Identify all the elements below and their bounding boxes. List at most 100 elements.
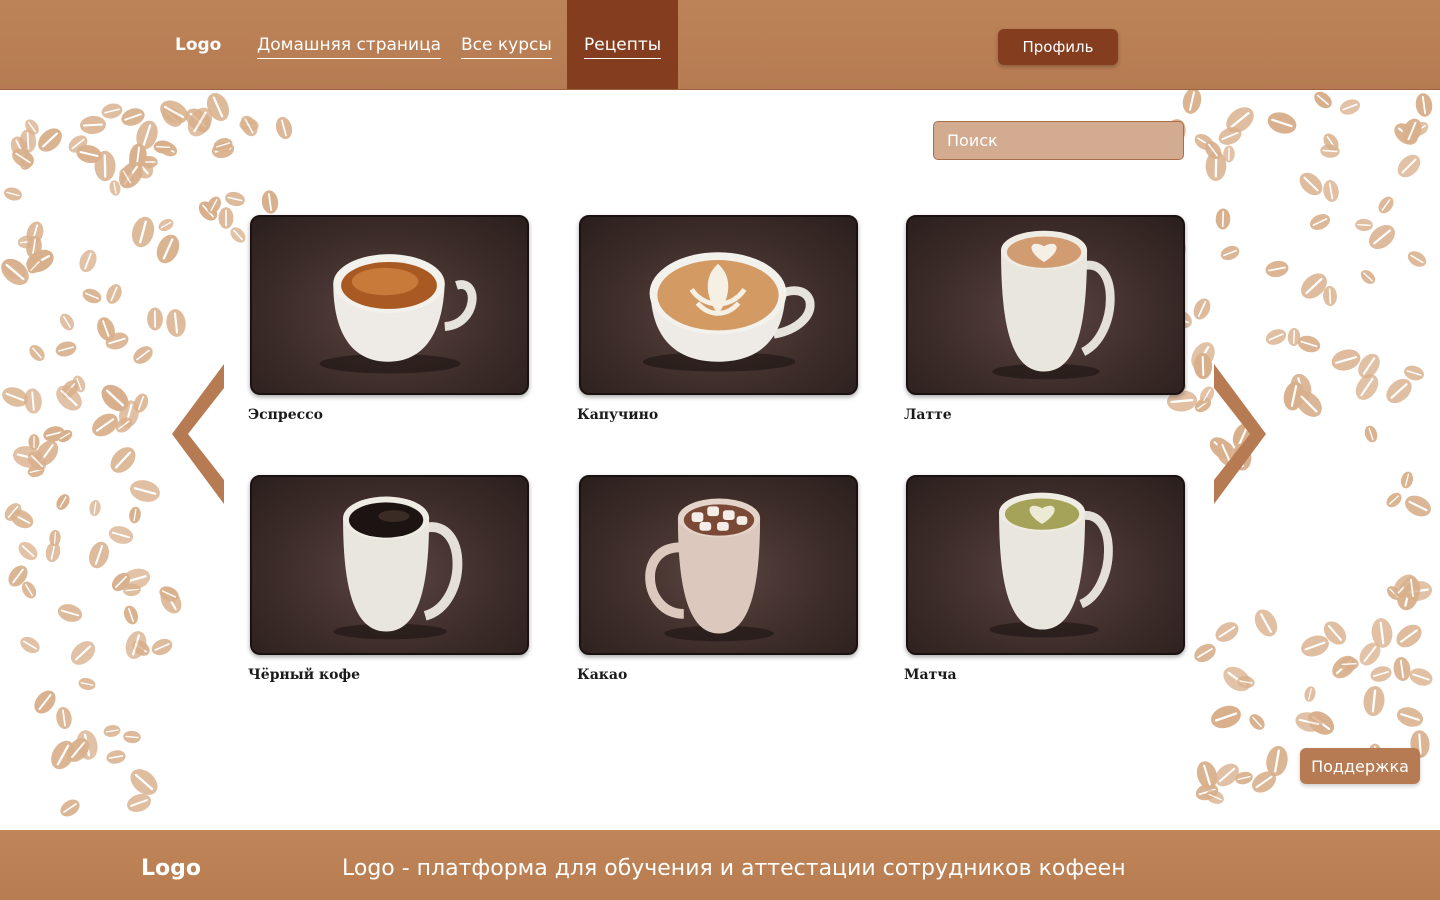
recipe-title: Матча: [904, 667, 957, 683]
coffee-bean-icon: [1215, 208, 1231, 230]
coffee-bean-icon: [1193, 352, 1213, 380]
coffee-bean-icon: [86, 539, 113, 572]
espresso-image[interactable]: [250, 215, 529, 395]
coffee-bean-icon: [127, 476, 163, 505]
search-input[interactable]: [933, 121, 1184, 160]
black-coffee-image[interactable]: [250, 475, 529, 655]
recipe-title: Чёрный кофе: [248, 667, 360, 683]
cocoa-image[interactable]: [579, 475, 858, 655]
coffee-bean-icon: [1190, 295, 1214, 322]
recipe-card-matcha[interactable]: Матча: [904, 475, 1185, 683]
coffee-bean-icon: [129, 342, 156, 368]
nav-link-courses[interactable]: Все курсы: [461, 35, 552, 59]
header-logo[interactable]: Logo: [175, 35, 221, 55]
coffee-bean-icon: [1311, 90, 1336, 112]
nav-link-home[interactable]: Домашняя страница: [257, 35, 442, 59]
recipe-card-black-coffee[interactable]: Чёрный кофе: [248, 475, 529, 683]
coffee-bean-icon: [1357, 267, 1378, 288]
coffee-bean-icon: [105, 442, 141, 478]
coffee-bean-icon: [57, 796, 83, 821]
chevron-left-icon[interactable]: [172, 364, 226, 504]
recipe-card-espresso[interactable]: Эспрессо: [248, 215, 529, 423]
coffee-bean-icon: [1391, 655, 1412, 683]
footer-logo[interactable]: Logo: [141, 856, 201, 881]
coffee-bean-icon: [128, 213, 157, 250]
coffee-bean-icon: [1361, 684, 1386, 717]
recipe-title: Эспрессо: [248, 407, 323, 423]
coffee-bean-icon: [66, 636, 101, 670]
coffee-bean-icon: [1354, 218, 1374, 232]
coffee-bean-icon: [1401, 491, 1435, 521]
coffee-bean-icon: [1211, 617, 1242, 646]
coffee-bean-icon: [77, 676, 97, 693]
recipe-title: Латте: [904, 407, 952, 423]
recipe-card-cocoa[interactable]: Какао: [577, 475, 858, 683]
matcha-image[interactable]: [906, 475, 1185, 655]
coffee-bean-icon: [218, 207, 234, 229]
coffee-bean-icon: [1322, 285, 1338, 307]
coffee-bean-icon: [102, 724, 122, 739]
coffee-bean-icon: [29, 686, 60, 718]
coffee-bean-icon: [1218, 243, 1242, 263]
coffee-bean-icon: [1303, 684, 1318, 703]
coffee-bean-icon: [1392, 619, 1426, 652]
coffee-bean-icon: [1394, 703, 1427, 730]
coffee-bean-icon: [1307, 211, 1333, 234]
coffee-bean-icon: [103, 282, 125, 307]
coffee-bean-icon: [2, 185, 24, 203]
cappuccino-image[interactable]: [579, 215, 858, 395]
coffee-bean-icon: [1321, 178, 1341, 204]
coffee-bean-icon: [1180, 90, 1204, 116]
coffee-bean-icon: [1249, 605, 1282, 641]
coffee-bean-icon: [57, 311, 77, 334]
coffee-bean-icon: [121, 628, 150, 662]
coffee-bean-icon: [55, 601, 84, 625]
coffee-bean-icon: [122, 603, 141, 627]
coffee-bean-icon: [1208, 701, 1245, 732]
coffee-bean-icon: [1295, 168, 1327, 200]
coffee-bean-icon: [227, 224, 249, 246]
recipe-title: Какао: [577, 667, 628, 683]
coffee-bean-icon: [53, 338, 78, 359]
coffee-bean-icon: [223, 189, 247, 208]
coffee-bean-icon: [87, 408, 123, 442]
coffee-bean-icon: [153, 139, 173, 154]
coffee-bean-icon: [1362, 423, 1380, 444]
coffee-bean-icon: [123, 730, 142, 745]
coffee-bean-icon: [1264, 258, 1291, 280]
coffee-bean-icon: [155, 216, 176, 234]
coffee-bean-icon: [105, 749, 127, 766]
coffee-bean-icon: [152, 231, 184, 268]
coffee-bean-icon: [148, 636, 175, 659]
recipe-card-cappuccino[interactable]: Капучино: [577, 215, 858, 423]
coffee-bean-icon: [17, 633, 43, 657]
coffee-bean-icon: [87, 499, 102, 517]
recipe-title: Капучино: [577, 407, 659, 423]
chevron-right-icon[interactable]: [1212, 364, 1266, 504]
coffee-bean-icon: [1223, 145, 1236, 163]
coffee-bean-icon: [1393, 150, 1425, 182]
coffee-bean-icon: [1337, 96, 1363, 118]
recipe-card-latte[interactable]: Латте: [904, 215, 1185, 423]
profile-button[interactable]: Профиль: [998, 29, 1118, 65]
coffee-bean-icon: [260, 189, 281, 215]
coffee-bean-icon: [53, 491, 73, 513]
coffee-bean-icon: [1338, 656, 1359, 672]
latte-image[interactable]: [906, 215, 1185, 395]
coffee-bean-icon: [1399, 470, 1415, 491]
coffee-bean-icon: [79, 115, 107, 135]
coffee-bean-icon: [48, 529, 62, 547]
footer: Logo Logo - платформа для обучения и атт…: [0, 830, 1440, 900]
coffee-bean-icon: [1404, 248, 1429, 271]
nav-link-recipes[interactable]: Рецепты: [584, 35, 662, 59]
coffee-bean-icon: [26, 342, 49, 365]
coffee-bean-icon: [273, 114, 295, 141]
coffee-bean-icon: [131, 391, 151, 415]
coffee-bean-icon: [146, 307, 164, 331]
coffee-bean-icon: [1375, 193, 1397, 217]
coffee-bean-icon: [1383, 489, 1404, 510]
support-button[interactable]: Поддержка: [1300, 748, 1420, 784]
top-navigation-bar: Logo Домашняя страница Все курсы Рецепты…: [0, 0, 1440, 90]
coffee-bean-icon: [107, 523, 136, 547]
coffee-bean-icon: [1263, 326, 1289, 348]
